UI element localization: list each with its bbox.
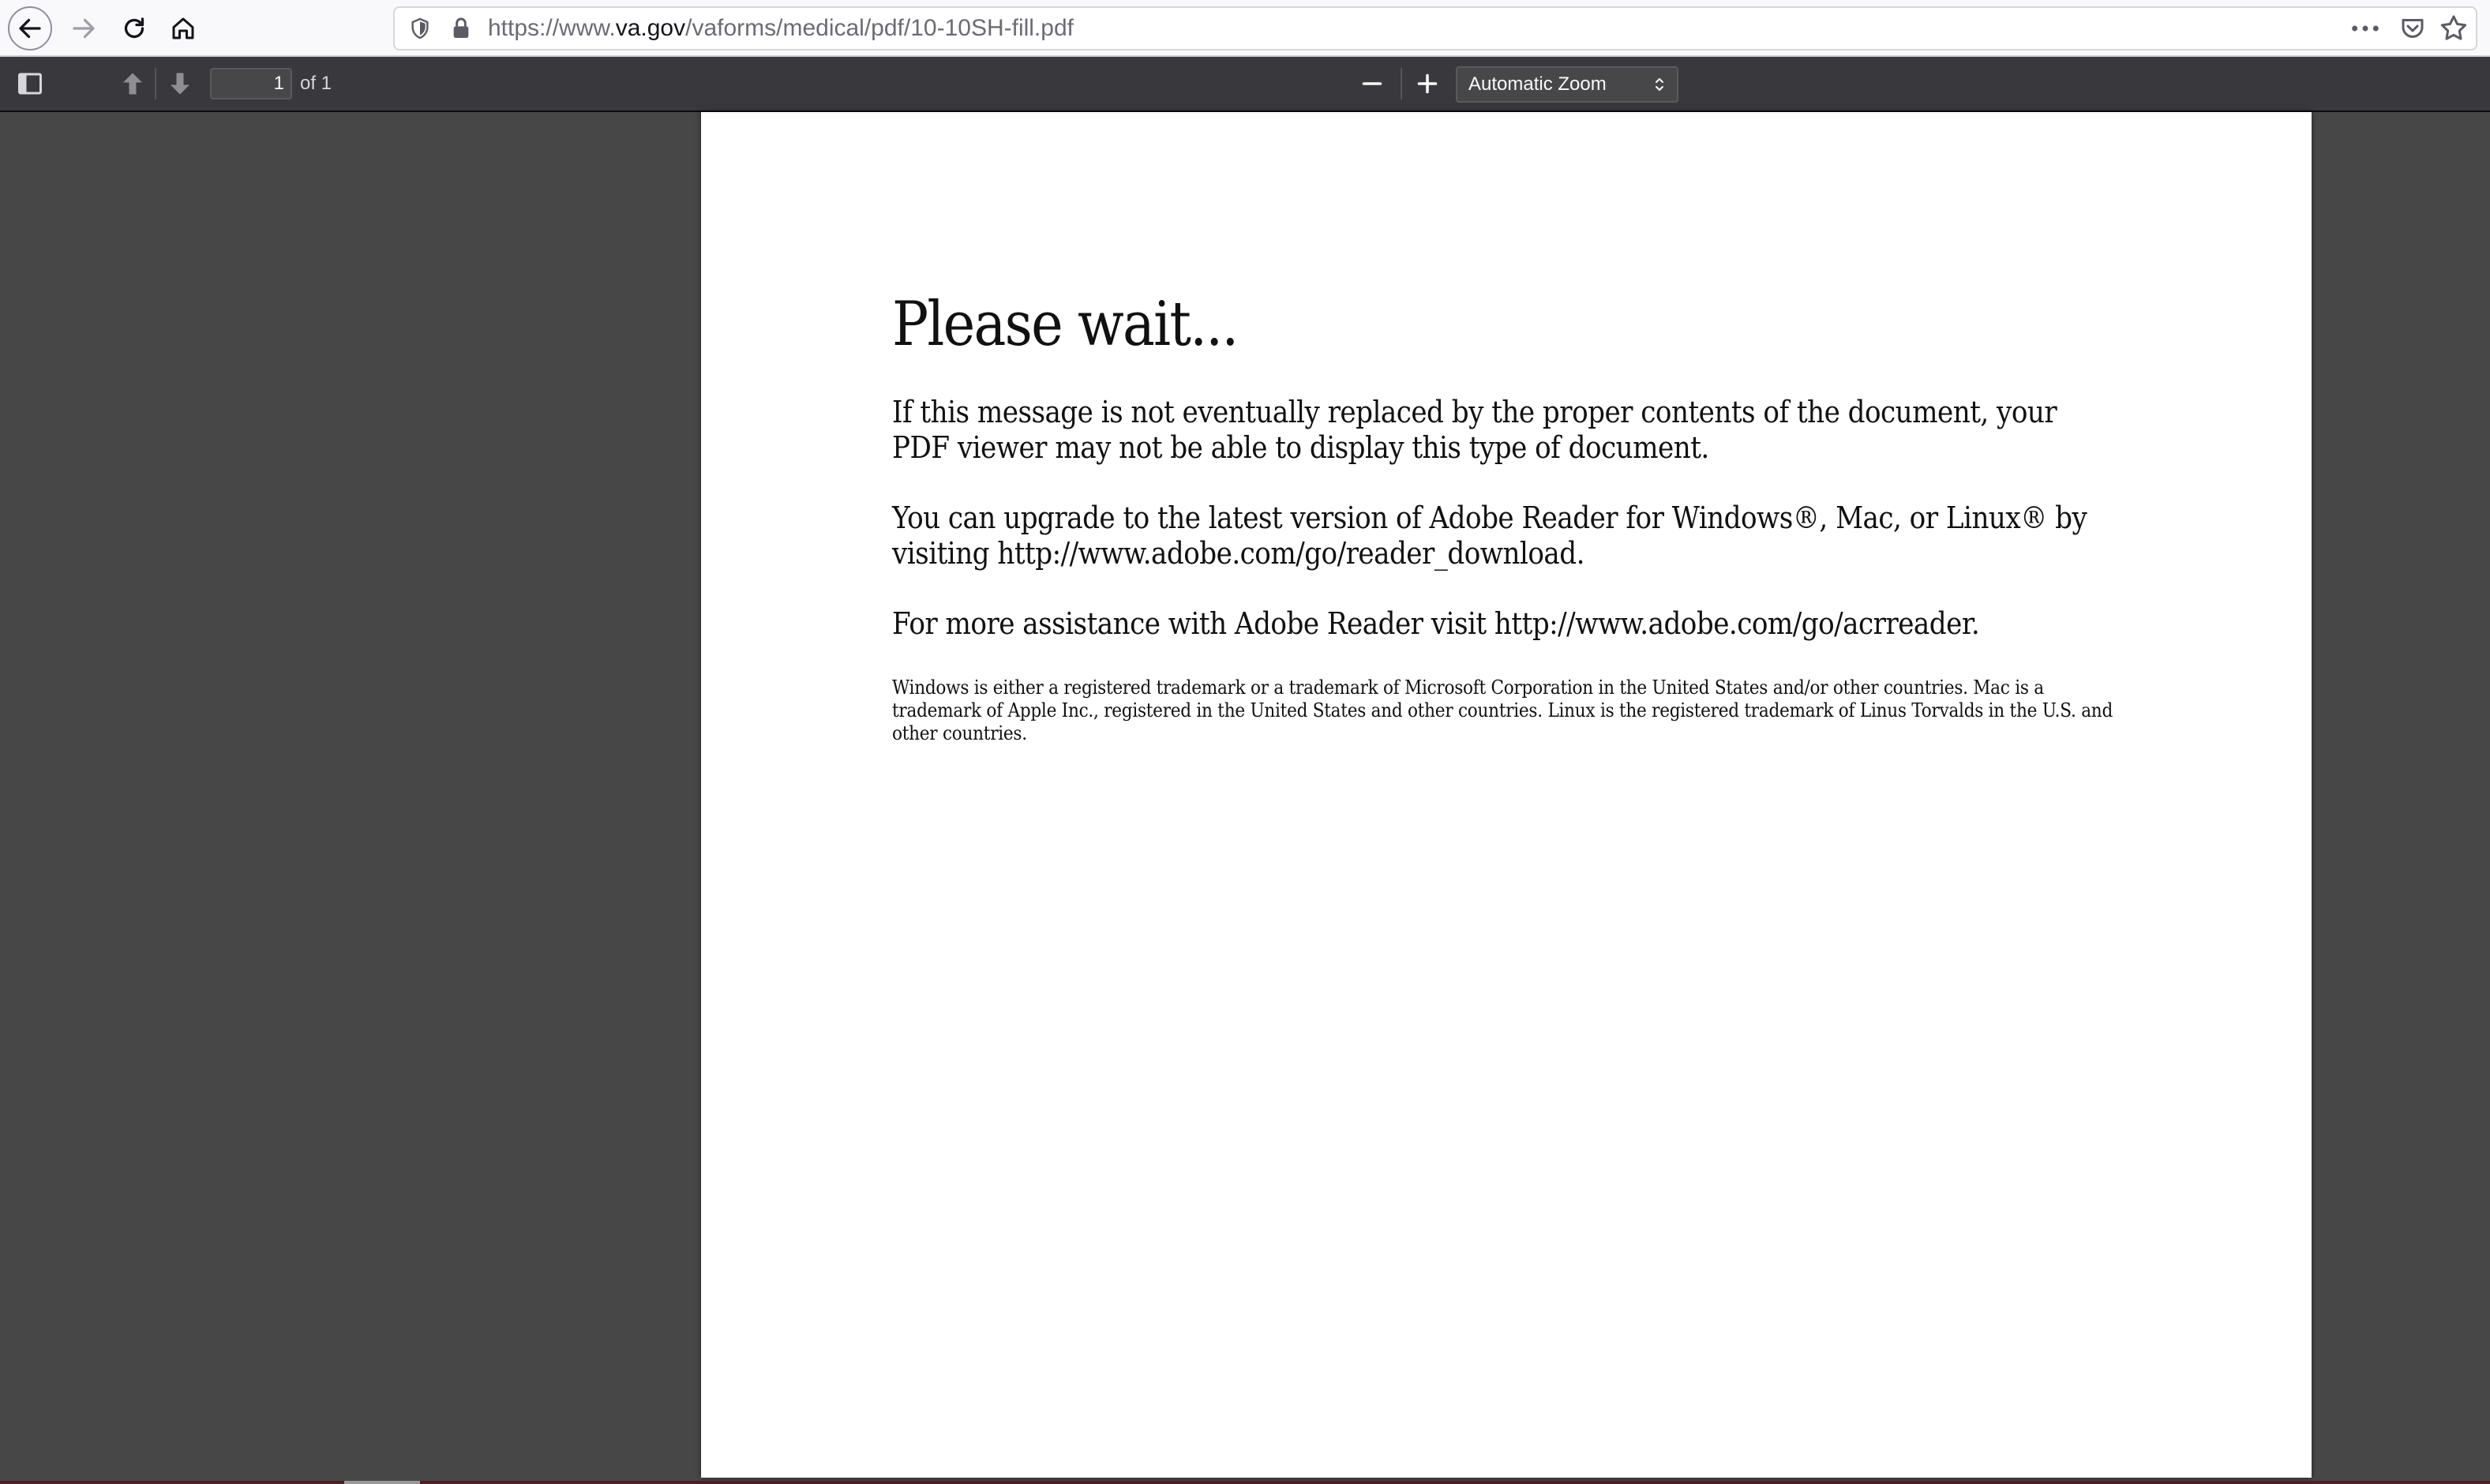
url-text[interactable]: https://www.va.gov/vaforms/medical/pdf/1… [488, 8, 1074, 49]
zoom-out-icon[interactable] [1358, 69, 1386, 98]
lock-icon[interactable] [448, 16, 474, 41]
toolbar-separator [1401, 68, 1402, 99]
viewer-unsupported-message: If this message is not eventually replac… [892, 395, 2057, 465]
address-bar[interactable]: https://www.va.gov/vaforms/medical/pdf/1… [393, 6, 2477, 51]
upgrade-reader-message: You can upgrade to the latest version of… [892, 500, 2087, 571]
zoom-select-value: Automatic Zoom [1468, 73, 1607, 95]
pdf-page: Please wait... If this message is not ev… [701, 112, 2312, 1478]
url-host: va.gov [615, 15, 686, 41]
trademark-notice: Windows is either a registered trademark… [892, 676, 2113, 744]
url-path: /vaforms/medical/pdf/10-10SH-fill.pdf [685, 15, 1074, 41]
page-number-input[interactable]: 1 [210, 68, 292, 99]
bookmark-star-icon[interactable] [2438, 13, 2469, 44]
zoom-select[interactable]: Automatic Zoom [1456, 66, 1678, 103]
home-icon [172, 17, 194, 39]
horizontal-scrollbar-thumb[interactable] [344, 1481, 420, 1484]
previous-page-icon[interactable] [118, 69, 147, 98]
zoom-in-icon[interactable] [1413, 69, 1442, 98]
more-ellipsis-icon[interactable] [2349, 16, 2381, 41]
page-count-label: of 1 [300, 73, 332, 94]
forward-arrow-icon [73, 18, 95, 39]
back-button[interactable] [8, 6, 52, 51]
reload-button[interactable] [112, 6, 156, 51]
home-button[interactable] [161, 6, 205, 51]
chevron-updown-icon [1656, 78, 1663, 91]
page-content: Please wait... If this message is not ev… [892, 289, 2132, 764]
next-page-icon[interactable] [166, 69, 194, 98]
pdf-toolbar: 1 of 1 Automatic Zoom [0, 57, 2490, 112]
page-heading: Please wait... [892, 289, 1239, 360]
browser-toolbar: https://www.va.gov/vaforms/medical/pdf/1… [0, 0, 2490, 57]
url-prefix: https://www. [488, 15, 616, 41]
toolbar-separator [155, 68, 156, 99]
reload-icon [124, 17, 144, 39]
back-arrow-icon [19, 18, 41, 39]
pocket-icon[interactable] [2398, 14, 2427, 43]
reader-assistance-message: For more assistance with Adobe Reader vi… [892, 606, 1980, 641]
sidebar-toggle-icon[interactable] [16, 69, 44, 98]
tracking-protection-shield-icon[interactable] [407, 16, 433, 41]
pdf-viewer[interactable]: Please wait... If this message is not ev… [0, 112, 2490, 1484]
forward-button[interactable] [62, 6, 106, 51]
